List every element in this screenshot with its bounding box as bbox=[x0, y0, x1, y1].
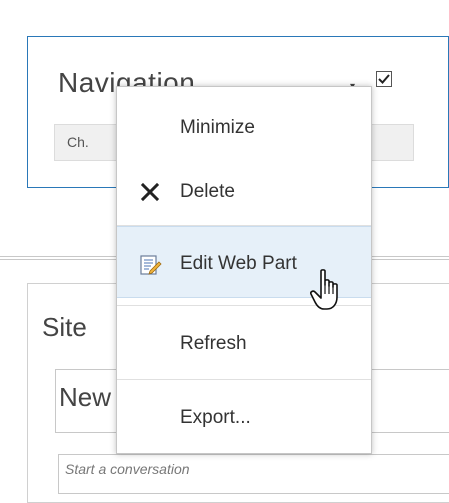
menu-item-label: Export... bbox=[180, 407, 251, 428]
menu-item-refresh[interactable]: Refresh bbox=[117, 307, 371, 379]
menu-item-minimize[interactable]: Minimize bbox=[117, 91, 371, 163]
hand-pointer-cursor-icon bbox=[310, 268, 344, 312]
edit-web-part-icon bbox=[139, 253, 162, 275]
menu-item-label: Edit Web Part bbox=[180, 253, 297, 274]
start-conversation-input[interactable]: Start a conversation bbox=[58, 454, 449, 494]
menu-item-export[interactable]: Export... bbox=[117, 381, 371, 453]
newsfeed-title: New bbox=[59, 382, 112, 412]
checkmark-icon bbox=[378, 74, 390, 84]
web-part-select-checkbox[interactable] bbox=[376, 71, 392, 87]
x-icon bbox=[139, 181, 161, 203]
menu-item-label: Refresh bbox=[180, 333, 247, 354]
menu-separator bbox=[117, 379, 371, 380]
menu-item-label: Minimize bbox=[180, 117, 255, 138]
site-feed-title: Site bbox=[42, 312, 87, 342]
menu-item-label: Delete bbox=[180, 181, 235, 202]
menu-item-delete[interactable]: Delete bbox=[117, 155, 371, 227]
navigation-bar-text: Ch. bbox=[67, 134, 89, 150]
